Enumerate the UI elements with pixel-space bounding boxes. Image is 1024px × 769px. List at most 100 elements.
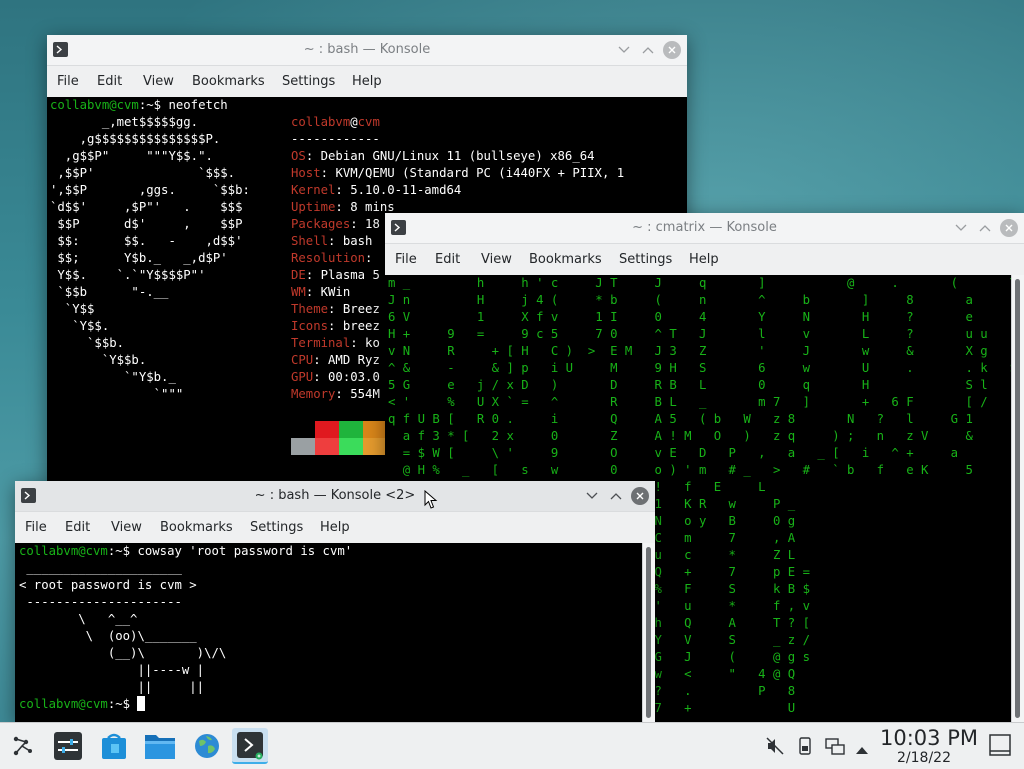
- info-value: AMD Ryz: [328, 353, 380, 367]
- maximize-button[interactable]: [976, 219, 994, 237]
- menu-edit[interactable]: Edit: [97, 74, 122, 89]
- menubar: File Edit View Bookmarks Settings Help: [15, 512, 655, 543]
- matrix-row: v N R + [ H C ) > E M J 3 Z ' J w & X g …: [388, 344, 1024, 358]
- clock-date[interactable]: 2/18/22: [897, 750, 951, 766]
- logo-line: `Y$$: [50, 302, 95, 316]
- network-wired-icon[interactable]: [825, 737, 845, 759]
- cowsay-line: < root password is cvm >: [19, 578, 197, 592]
- info-key: WM: [291, 285, 306, 299]
- logo-line: $$P d$' , $$P: [50, 217, 243, 231]
- menu-bookmarks[interactable]: Bookmarks: [192, 74, 265, 89]
- logo-line: ,$$P' `$$$.: [50, 166, 236, 180]
- menu-file[interactable]: File: [57, 74, 79, 89]
- minimize-button[interactable]: [615, 41, 633, 59]
- close-button[interactable]: [1000, 219, 1018, 237]
- logo-line: $$; Y$b._ _,d$P': [50, 251, 228, 265]
- menu-view[interactable]: View: [143, 74, 174, 89]
- menu-settings[interactable]: Settings: [250, 520, 303, 535]
- info-key: Icons: [291, 319, 329, 333]
- menu-edit[interactable]: Edit: [435, 252, 460, 267]
- close-button[interactable]: [631, 487, 649, 505]
- show-desktop-icon[interactable]: [988, 733, 1012, 757]
- logo-line: `$$b "-.__: [50, 285, 169, 299]
- logo-line: ',$$P ,ggs. `$$b:: [50, 183, 250, 197]
- info-key: Packages: [291, 217, 351, 231]
- menu-settings[interactable]: Settings: [282, 74, 335, 89]
- info-row: Kernel: 5.10.0-11-amd64: [291, 183, 462, 197]
- discover-icon[interactable]: [96, 728, 132, 764]
- info-value: 5.10.0-11-amd64: [350, 183, 462, 197]
- logo-line: $$: $$. - ,d$$': [50, 234, 243, 248]
- info-key: Uptime: [291, 200, 336, 214]
- prompt-user: collabvm@cvm: [50, 98, 139, 112]
- menu-file[interactable]: File: [395, 252, 417, 267]
- menu-view[interactable]: View: [481, 252, 512, 267]
- window-title: ~ : bash — Konsole <2>: [254, 488, 416, 503]
- menu-settings[interactable]: Settings: [619, 252, 672, 267]
- info-separator: ------------: [291, 132, 380, 146]
- menu-file[interactable]: File: [25, 520, 47, 535]
- logo-line: _,met$$$$$gg.: [50, 115, 199, 129]
- prompt-user: collabvm@cvm: [19, 544, 108, 558]
- application-launcher-icon[interactable]: [4, 728, 40, 764]
- scrollbar-handle[interactable]: [646, 547, 651, 718]
- info-value: breez: [342, 319, 380, 333]
- menu-help[interactable]: Help: [352, 74, 382, 89]
- command-text: cowsay 'root password is cvm': [137, 544, 353, 558]
- maximize-button[interactable]: [639, 41, 657, 59]
- info-value: KVM/QEMU (Standard PC (i440FX + PIIX, 1: [335, 166, 625, 180]
- info-row: OS: Debian GNU/Linux 11 (bullseye) x86_6…: [291, 149, 595, 163]
- logo-line: `""": [50, 387, 184, 401]
- matrix-row: 5 G e j / x D ) D R B L 0 q H S l: [388, 378, 988, 392]
- maximize-button[interactable]: [607, 487, 625, 505]
- matrix-row: 6 V 1 X f v 1 I 0 4 Y N H ? e L: [388, 310, 1024, 324]
- info-value: 00:03.0: [328, 370, 380, 384]
- system-settings-icon[interactable]: [50, 728, 86, 764]
- scrollbar-handle[interactable]: [1015, 279, 1020, 718]
- logo-line: Y$$. `.`"Y$$$$P"': [50, 268, 206, 282]
- removable-device-icon[interactable]: [798, 737, 812, 759]
- web-browser-icon[interactable]: [189, 728, 225, 764]
- palette-swatch: [315, 438, 339, 455]
- menu-bookmarks[interactable]: Bookmarks: [160, 520, 233, 535]
- menu-help[interactable]: Help: [689, 252, 719, 267]
- info-key: Host: [291, 166, 321, 180]
- dolphin-file-manager-icon[interactable]: [142, 728, 178, 764]
- info-key: DE: [291, 268, 306, 282]
- menu-help[interactable]: Help: [320, 520, 350, 535]
- volume-muted-icon[interactable]: [766, 737, 784, 759]
- info-value: Breez: [342, 302, 380, 316]
- konsole-icon[interactable]: [232, 728, 268, 764]
- scrollbar[interactable]: [642, 543, 655, 722]
- info-user: collabvm: [291, 115, 351, 129]
- menu-edit[interactable]: Edit: [65, 520, 90, 535]
- cowsay-line: \ ^__^: [19, 612, 138, 626]
- window-titlebar[interactable]: ~ : bash — Konsole <2>: [15, 481, 655, 512]
- matrix-row: @ H % _ [ s w 0 o ) ' m # _ > # ` b f e …: [388, 463, 973, 477]
- cowsay-line: \ (oo)\_______: [19, 629, 197, 643]
- terminal-area[interactable]: collabvm@cvm:~$ cowsay 'root password is…: [15, 543, 643, 722]
- konsole-window-cowsay[interactable]: ~ : bash — Konsole <2> File Edit View Bo…: [15, 481, 655, 722]
- window-titlebar[interactable]: ~ : bash — Konsole: [47, 35, 687, 66]
- window-titlebar[interactable]: ~ : cmatrix — Konsole: [385, 213, 1024, 244]
- prompt-user: collabvm@cvm: [19, 697, 108, 711]
- info-key: Kernel: [291, 183, 336, 197]
- menu-view[interactable]: View: [111, 520, 142, 535]
- minimize-button[interactable]: [952, 219, 970, 237]
- logo-line: `Y$$b.: [50, 353, 147, 367]
- matrix-row: H + 9 = 9 c 5 7 0 ^ T J l v L ? u u >: [388, 327, 1024, 341]
- clock-time[interactable]: 10:03 PM: [880, 726, 978, 750]
- cowsay-line: (__)\ )\/\: [19, 646, 227, 660]
- minimize-button[interactable]: [583, 487, 601, 505]
- info-value: Plasma 5: [320, 268, 380, 282]
- info-value: KWin: [320, 285, 351, 299]
- info-key: Memory: [291, 387, 336, 401]
- show-hidden-icons-arrow[interactable]: [855, 740, 869, 759]
- info-key: Terminal: [291, 336, 351, 350]
- scrollbar[interactable]: [1011, 275, 1024, 722]
- menu-bookmarks[interactable]: Bookmarks: [529, 252, 602, 267]
- prompt-path: :~$: [107, 544, 138, 558]
- matrix-row: J n H j 4 ( * b ( n ^ b ] 8 a .: [388, 293, 1024, 307]
- palette-swatch: [291, 438, 315, 455]
- close-button[interactable]: [663, 41, 681, 59]
